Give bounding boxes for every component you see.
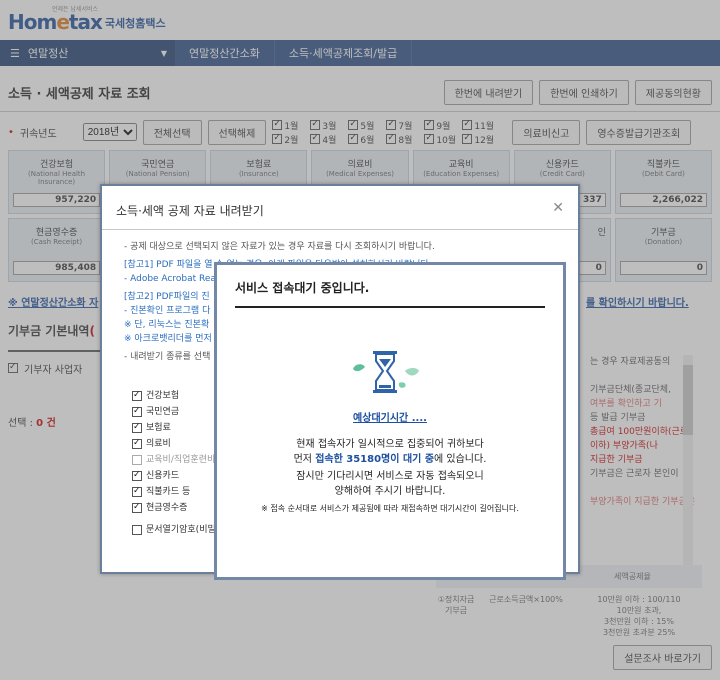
queue-dialog-title: 서비스 접속대기 중입니다. — [235, 279, 545, 308]
queue-wait-dialog: 서비스 접속대기 중입니다. 예상대기시간 .... 현재 접속자가 일시적으로… — [214, 262, 566, 580]
queue-message-auto: 잠시만 기다리시면 서비스로 자동 접속되오니 양해하여 주시기 바랍니다. — [296, 471, 484, 497]
queue-note: ※ 접속 순서대로 서비스가 제공됨에 따라 재접속하면 대기시간이 길어집니다… — [261, 504, 519, 513]
hourglass-icon — [353, 351, 419, 393]
estimated-wait-link[interactable]: 예상대기시간 .... — [217, 409, 563, 424]
queue-message: 현재 접속자가 일시적으로 집중되어 귀하보다 먼저 접속한 35180명이 대… — [293, 439, 487, 465]
close-icon[interactable]: ✕ — [552, 200, 564, 216]
download-dialog-title: 소득·세액 공제 자료 내려받기 ✕ — [102, 186, 578, 230]
